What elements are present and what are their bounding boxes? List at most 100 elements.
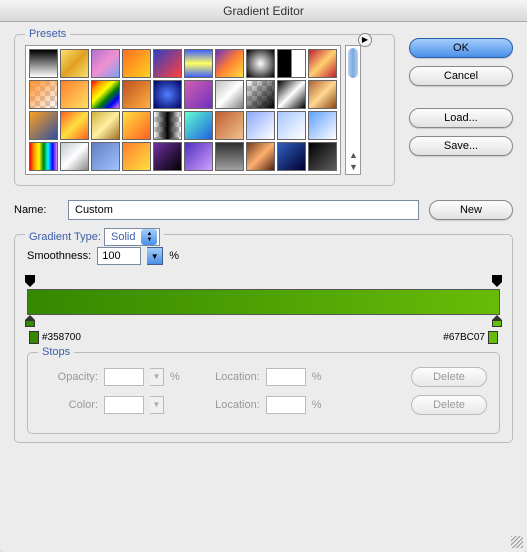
- smoothness-label: Smoothness:: [27, 250, 91, 262]
- preset-swatch[interactable]: [308, 111, 337, 140]
- gradient-type-select[interactable]: Solid ▲▼: [104, 228, 160, 246]
- preset-swatch[interactable]: [60, 49, 89, 78]
- color-label: Color:: [40, 399, 98, 411]
- preset-swatch[interactable]: [153, 49, 182, 78]
- gradient-type-value: Solid: [111, 231, 135, 243]
- preset-swatch[interactable]: [215, 142, 244, 171]
- preset-swatch[interactable]: [215, 49, 244, 78]
- presets-fieldset: Presets ▶ ▲ ▼: [14, 34, 395, 186]
- color-location-pct: %: [312, 399, 322, 411]
- preset-swatch[interactable]: [60, 111, 89, 140]
- preset-swatch[interactable]: [153, 111, 182, 140]
- presets-scrollbar[interactable]: ▲ ▼: [345, 45, 361, 175]
- scroll-down-icon[interactable]: ▼: [349, 162, 358, 172]
- gradient-editor-window: Gradient Editor Presets ▶ ▲ ▼ OK Cancel: [0, 0, 527, 552]
- name-input[interactable]: [68, 200, 419, 220]
- opacity-stop-row: Opacity: ▼ % Location: % Delete: [40, 367, 487, 387]
- end-hex-label: #67BC07: [443, 332, 485, 343]
- preset-swatch[interactable]: [277, 49, 306, 78]
- preset-swatch[interactable]: [246, 142, 275, 171]
- scroll-up-icon[interactable]: ▲: [349, 150, 358, 160]
- preset-swatch[interactable]: [308, 49, 337, 78]
- opacity-stop-left[interactable]: [25, 275, 35, 287]
- opacity-label: Opacity:: [40, 371, 98, 383]
- preset-swatch[interactable]: [215, 111, 244, 140]
- preset-swatch[interactable]: [246, 80, 275, 109]
- preset-swatch[interactable]: [184, 111, 213, 140]
- scrollbar-thumb[interactable]: [348, 48, 358, 78]
- smoothness-row: Smoothness: ▼ %: [27, 247, 500, 265]
- resize-grip-icon[interactable]: [511, 536, 523, 548]
- new-button[interactable]: New: [429, 200, 513, 220]
- color-stop-right[interactable]: [492, 315, 502, 327]
- preset-swatch[interactable]: [91, 49, 120, 78]
- cancel-button[interactable]: Cancel: [409, 66, 513, 86]
- load-button[interactable]: Load...: [409, 108, 513, 128]
- preset-swatch[interactable]: [277, 142, 306, 171]
- preset-swatch[interactable]: [246, 49, 275, 78]
- preset-swatch[interactable]: [29, 142, 58, 171]
- opacity-dropdown-icon: ▼: [150, 368, 164, 386]
- name-label: Name:: [14, 204, 58, 216]
- presets-legend: Presets: [25, 28, 70, 40]
- window-title: Gradient Editor: [0, 0, 527, 22]
- select-arrows-icon: ▲▼: [141, 229, 157, 245]
- color-location-label: Location:: [200, 399, 260, 411]
- preset-swatch[interactable]: [215, 80, 244, 109]
- preset-swatch[interactable]: [184, 80, 213, 109]
- stops-fieldset: Stops Opacity: ▼ % Location: % Delete Co…: [27, 352, 500, 434]
- name-row: Name: New: [14, 200, 513, 220]
- preset-swatch[interactable]: [60, 80, 89, 109]
- color-stops-track[interactable]: [27, 315, 500, 329]
- color-location-input: [266, 396, 306, 414]
- preset-swatch[interactable]: [122, 142, 151, 171]
- preset-swatch[interactable]: [122, 80, 151, 109]
- start-hex-label: #358700: [42, 332, 81, 343]
- gradient-type-fieldset: Gradient Type: Solid ▲▼ Smoothness: ▼ %: [14, 234, 513, 443]
- smoothness-input[interactable]: [97, 247, 141, 265]
- preset-swatch[interactable]: [91, 142, 120, 171]
- start-color-chip: [29, 331, 39, 344]
- gradient-bar[interactable]: [27, 289, 500, 315]
- preset-swatch[interactable]: [308, 142, 337, 171]
- side-button-column: OK Cancel Load... Save...: [409, 34, 513, 186]
- opacity-pct: %: [170, 371, 180, 383]
- preset-swatch[interactable]: [277, 111, 306, 140]
- preset-swatch[interactable]: [184, 49, 213, 78]
- preset-swatch[interactable]: [122, 111, 151, 140]
- preset-swatch[interactable]: [29, 111, 58, 140]
- preset-swatch[interactable]: [91, 80, 120, 109]
- save-button[interactable]: Save...: [409, 136, 513, 156]
- gradient-type-row: Gradient Type: Solid ▲▼: [25, 228, 164, 246]
- color-stop-left[interactable]: [25, 315, 35, 327]
- preset-swatch[interactable]: [91, 111, 120, 140]
- opacity-stops-track[interactable]: [27, 275, 500, 289]
- preset-swatch[interactable]: [60, 142, 89, 171]
- preset-swatch[interactable]: [308, 80, 337, 109]
- presets-grid: [25, 45, 341, 175]
- opacity-location-pct: %: [312, 371, 322, 383]
- ok-button[interactable]: OK: [409, 38, 513, 58]
- opacity-location-input: [266, 368, 306, 386]
- smoothness-dropdown-icon[interactable]: ▼: [147, 247, 163, 265]
- preset-swatch[interactable]: [122, 49, 151, 78]
- preset-swatch[interactable]: [246, 111, 275, 140]
- smoothness-unit: %: [169, 250, 179, 262]
- gradient-preview-area: #358700 #67BC07: [27, 275, 500, 344]
- preset-swatch[interactable]: [29, 49, 58, 78]
- opacity-input: [104, 368, 144, 386]
- color-stop-row: Color: ▼ % Location: % Delete: [40, 395, 487, 415]
- preset-swatch[interactable]: [277, 80, 306, 109]
- stops-legend: Stops: [38, 346, 74, 358]
- opacity-stop-right[interactable]: [492, 275, 502, 287]
- preset-swatch[interactable]: [29, 80, 58, 109]
- color-input: [104, 396, 144, 414]
- opacity-location-label: Location:: [200, 371, 260, 383]
- preset-swatch[interactable]: [153, 142, 182, 171]
- content-area: Presets ▶ ▲ ▼ OK Cancel Load... Save...: [0, 22, 527, 552]
- color-dropdown-icon: ▼: [150, 396, 164, 414]
- preset-swatch[interactable]: [184, 142, 213, 171]
- opacity-delete-button: Delete: [411, 367, 487, 387]
- gradient-type-label: Gradient Type:: [29, 231, 101, 243]
- preset-swatch[interactable]: [153, 80, 182, 109]
